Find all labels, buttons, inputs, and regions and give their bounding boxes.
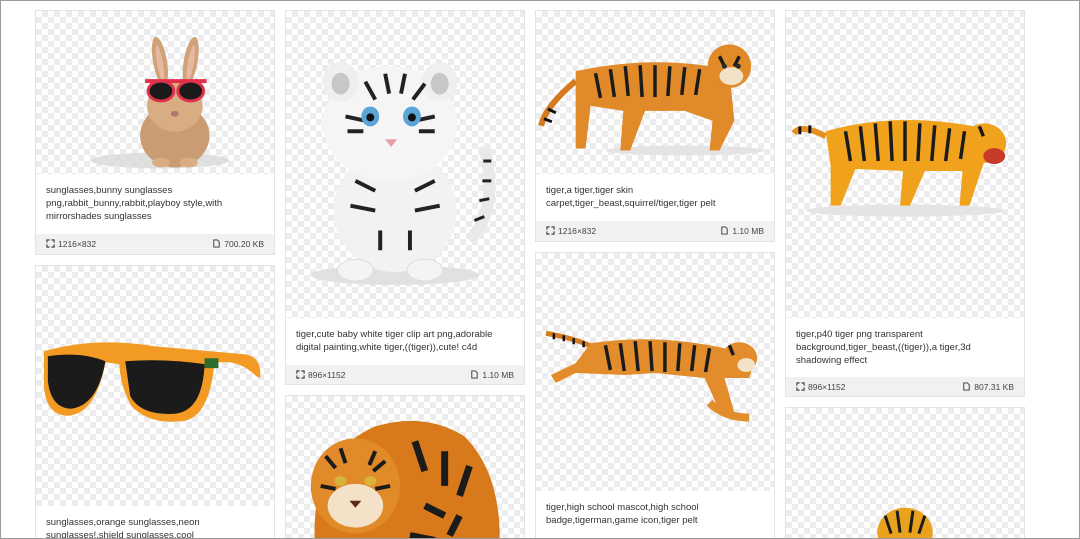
image-card-tiger-leaping[interactable]: tiger,high school mascot,high school bad… xyxy=(535,252,775,538)
image-thumbnail[interactable] xyxy=(286,11,524,318)
file-size: 807.31 KB xyxy=(974,382,1014,392)
image-thumbnail[interactable] xyxy=(286,396,524,538)
sunglasses-image xyxy=(43,342,261,422)
file-size: 700.20 KB xyxy=(224,239,264,249)
image-thumbnail[interactable] xyxy=(786,408,1024,538)
image-card-white-tiger[interactable]: tiger,cute baby white tiger clip art png… xyxy=(285,10,525,385)
tiger-walking-image xyxy=(538,44,765,156)
image-meta: 896×1152 807.31 KB xyxy=(786,377,1024,396)
gallery-frame: sunglasses,bunny sunglasses png,rabbit_b… xyxy=(0,0,1080,539)
image-thumbnail[interactable] xyxy=(36,11,274,174)
image-dimensions: 1216×832 xyxy=(58,239,97,249)
image-card-bunny[interactable]: sunglasses,bunny sunglasses png,rabbit_b… xyxy=(35,10,275,255)
image-caption: tiger,cute baby white tiger clip art png… xyxy=(296,329,493,353)
file-size: 1.10 MB xyxy=(732,226,764,236)
white-tiger-cub-image xyxy=(310,61,496,285)
expand-icon xyxy=(46,239,55,248)
file-icon xyxy=(963,382,970,391)
image-thumbnail[interactable] xyxy=(36,266,274,506)
image-thumbnail[interactable] xyxy=(536,253,774,491)
tiger-leaping-image xyxy=(545,330,758,422)
image-meta: 1216×832 1.10 MB xyxy=(536,221,774,241)
expand-icon xyxy=(296,370,305,379)
image-card-tiger-partial[interactable] xyxy=(785,407,1025,538)
image-dimensions: 1216×832 xyxy=(558,226,597,236)
image-card-tiger-walking[interactable]: tiger,a tiger,tiger skin carpet,tiger_be… xyxy=(535,10,775,242)
expand-icon xyxy=(546,226,555,235)
expand-icon xyxy=(796,382,805,391)
file-size: 1.10 MB xyxy=(482,370,514,380)
image-card-tiger-roaring[interactable]: tiger,p40 tiger png transparent backgrou… xyxy=(785,10,1025,397)
image-caption: tiger,high school mascot,high school bad… xyxy=(546,502,699,526)
file-icon xyxy=(213,239,220,248)
image-meta: 896×1152 1.10 MB xyxy=(286,365,524,384)
image-caption: sunglasses,orange sunglasses,neon sungla… xyxy=(46,517,200,539)
image-caption: sunglasses,bunny sunglasses png,rabbit_b… xyxy=(46,185,223,222)
image-dimensions: 896×1152 xyxy=(808,382,846,392)
image-thumbnail[interactable] xyxy=(536,11,774,174)
image-card-sunglasses[interactable]: sunglasses,orange sunglasses,neon sungla… xyxy=(35,265,275,539)
tiger-roaring-image xyxy=(791,119,1007,217)
image-caption: tiger,a tiger,tiger skin carpet,tiger_be… xyxy=(546,185,716,209)
file-icon xyxy=(471,370,478,379)
file-icon xyxy=(721,226,728,235)
tiger-partial-image xyxy=(877,507,933,538)
tiger-closeup-image xyxy=(310,420,500,538)
image-dimensions: 896×1152 xyxy=(308,370,346,380)
bunny-image xyxy=(90,36,230,169)
image-card-tiger-closeup[interactable] xyxy=(285,395,525,538)
image-caption: tiger,p40 tiger png transparent backgrou… xyxy=(796,329,971,366)
image-meta: 1216×832 700.20 KB xyxy=(36,234,274,254)
image-thumbnail[interactable] xyxy=(786,11,1024,318)
